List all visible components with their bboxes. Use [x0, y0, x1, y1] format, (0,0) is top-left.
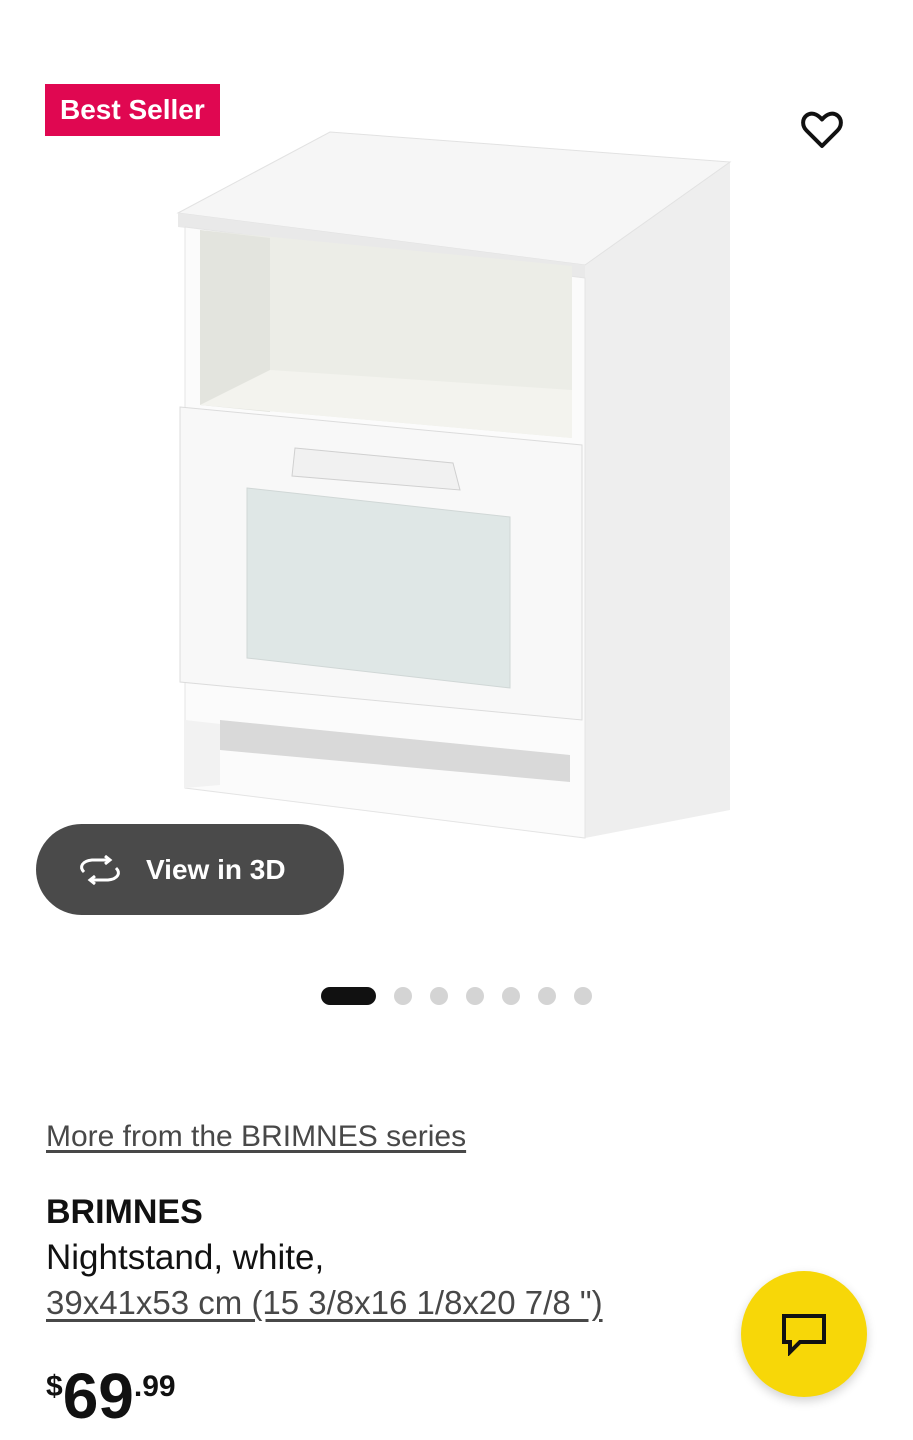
price-decimal: .99 [133, 1370, 176, 1403]
product-image[interactable] [150, 120, 770, 860]
price-currency: $ [46, 1370, 63, 1403]
chat-button[interactable] [741, 1271, 867, 1397]
carousel-dot-6[interactable] [538, 987, 556, 1005]
view-in-3d-label: View in 3D [146, 853, 286, 885]
product-dimensions-link[interactable]: 39x41x53 cm (15 3/8x16 1/8x20 7/8 ") [46, 1284, 603, 1322]
carousel-dot-2[interactable] [394, 987, 412, 1005]
series-link[interactable]: More from the BRIMNES series [46, 1120, 466, 1154]
carousel-pagination[interactable] [0, 987, 913, 1005]
chat-bubble-icon [782, 1314, 826, 1356]
carousel-dot-5[interactable] [502, 987, 520, 1005]
favorite-button[interactable] [797, 105, 847, 155]
product-name: BRIMNES [46, 1193, 203, 1231]
heart-outline-icon [801, 111, 843, 148]
view-in-3d-button[interactable]: View in 3D [36, 824, 344, 915]
carousel-dot-1[interactable] [321, 987, 376, 1005]
rotate-3d-icon [80, 854, 120, 885]
carousel-dot-3[interactable] [430, 987, 448, 1005]
carousel-dot-7[interactable] [574, 987, 592, 1005]
product-price: $ 69 .99 [46, 1360, 176, 1430]
carousel-dot-4[interactable] [466, 987, 484, 1005]
price-integer: 69 [62, 1360, 134, 1432]
product-description: Nightstand, white, [46, 1238, 325, 1277]
